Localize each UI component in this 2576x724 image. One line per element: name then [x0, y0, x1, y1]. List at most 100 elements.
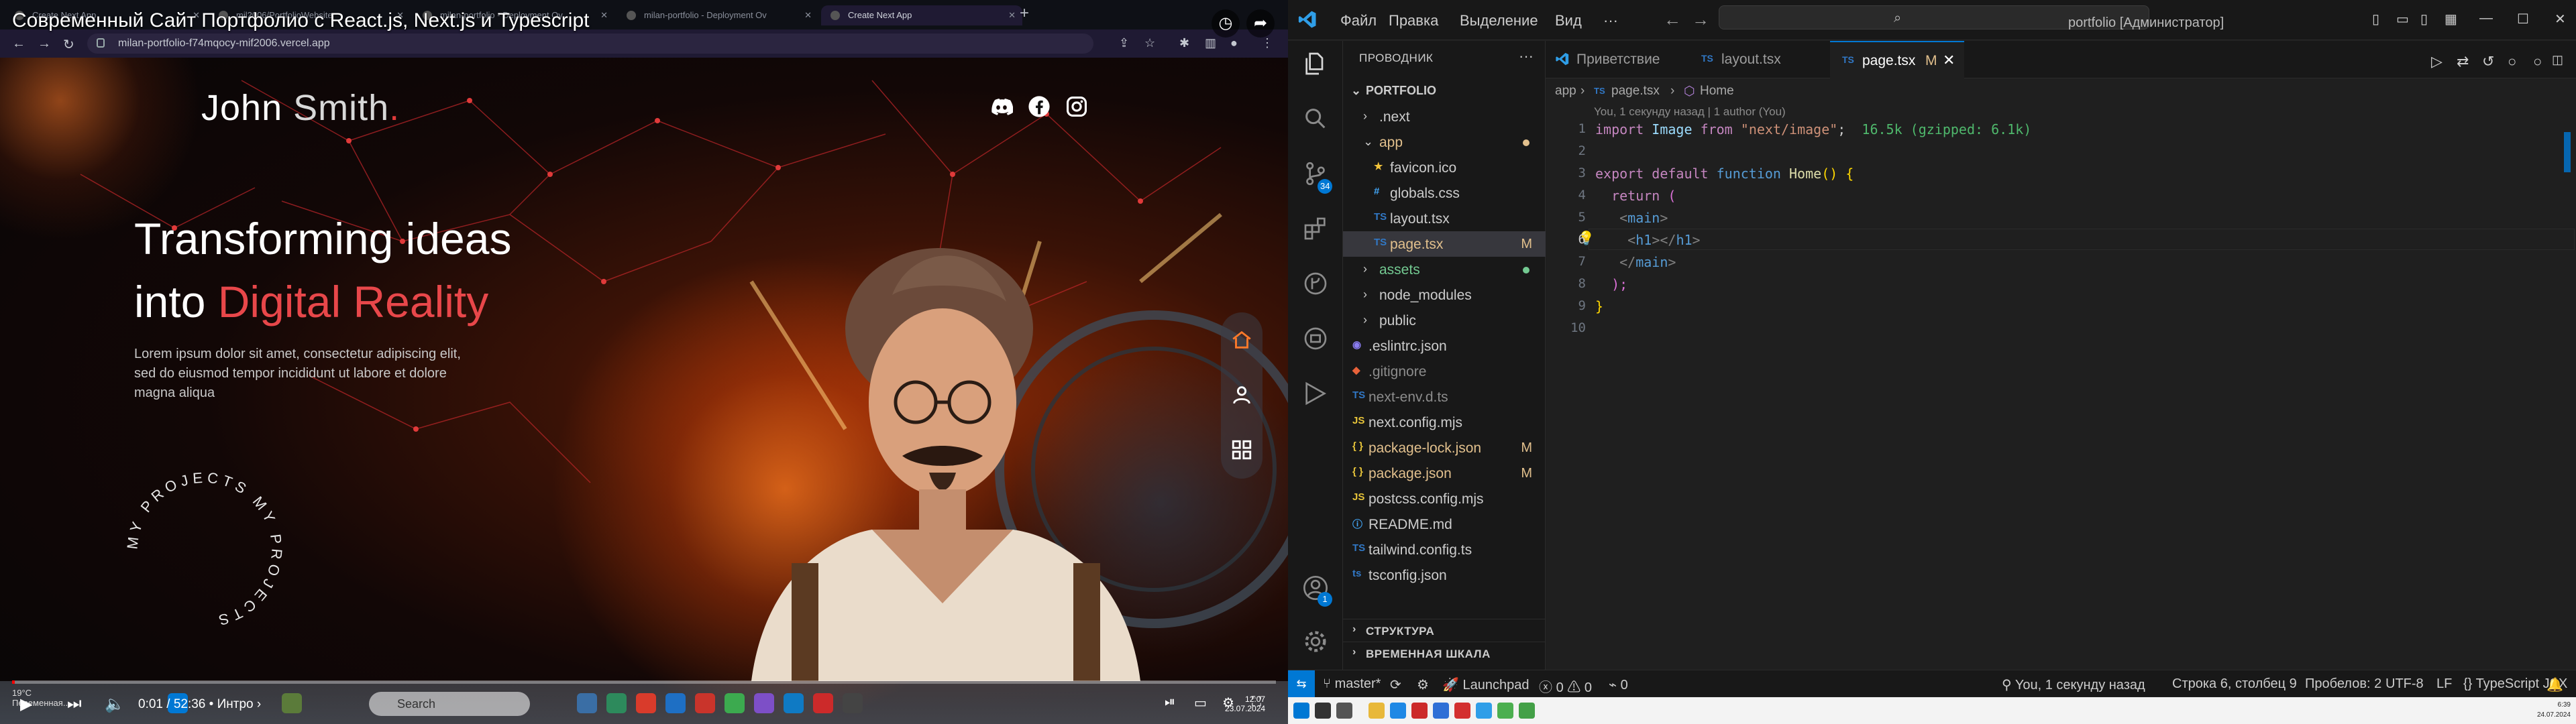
- git-blame-status[interactable]: ⚲ You, 1 секунду назад: [2002, 676, 2145, 693]
- menu-view[interactable]: Вид: [1555, 12, 1582, 29]
- close-icon[interactable]: ✕: [1943, 52, 1955, 69]
- run-icon[interactable]: ▷: [2431, 53, 2443, 70]
- breadcrumb-symbol[interactable]: Home: [1700, 84, 1734, 99]
- compare-icon[interactable]: ⇄: [2457, 53, 2469, 70]
- tab-page-tsx[interactable]: TS page.tsx M ✕: [1830, 41, 1964, 78]
- tree-folder[interactable]: ⌄ app: [1343, 129, 1546, 155]
- git-graph-icon[interactable]: [1302, 270, 1329, 297]
- chrome-icon[interactable]: [1497, 703, 1513, 719]
- command-center[interactable]: ⌕ portfolio [Администратор]: [1719, 5, 2224, 30]
- search-icon[interactable]: [1302, 105, 1329, 132]
- previous-change-icon[interactable]: ○: [2508, 53, 2516, 70]
- layout-icon[interactable]: ▦: [2445, 11, 2457, 27]
- chapter-arrow[interactable]: ›: [257, 697, 261, 711]
- remote-indicator-icon[interactable]: ⇆: [1288, 670, 1315, 697]
- projects-circle-link[interactable]: MY PROJECTS MY PROJECTS: [117, 463, 292, 637]
- new-tab-icon[interactable]: +: [1020, 4, 1029, 23]
- git-blame-codelens[interactable]: You, 1 секунду назад | 1 author (You): [1594, 105, 1786, 119]
- tree-folder[interactable]: › public: [1343, 308, 1546, 333]
- discord-icon[interactable]: [990, 95, 1013, 118]
- breadcrumb-file[interactable]: page.tsx: [1611, 84, 1660, 99]
- app-icon[interactable]: [843, 693, 863, 713]
- user-icon[interactable]: [1230, 383, 1253, 406]
- app-icon[interactable]: [724, 693, 745, 713]
- system-clock[interactable]: 6:39 24.07.2024: [2537, 700, 2571, 720]
- chrome-icon[interactable]: [1519, 703, 1535, 719]
- app-icon[interactable]: [282, 693, 302, 713]
- tree-file[interactable]: TS page.tsx M: [1343, 231, 1546, 257]
- browser-tab-active[interactable]: Create Next App ✕: [821, 5, 1022, 25]
- play-icon[interactable]: ▶: [20, 695, 32, 714]
- app-icon[interactable]: [577, 693, 597, 713]
- fullscreen-icon[interactable]: ⛶: [1252, 695, 1261, 710]
- branch-status[interactable]: ⑂ master*: [1323, 676, 1381, 692]
- autoplay-toggle[interactable]: ⏯: [1165, 695, 1175, 710]
- forward-icon[interactable]: →: [38, 36, 51, 52]
- eol-status[interactable]: LF: [2436, 676, 2452, 692]
- encoding-status[interactable]: UTF-8: [2385, 676, 2424, 692]
- tree-file[interactable]: TS tailwind.config.ts: [1343, 537, 1546, 562]
- toggle-panel-icon[interactable]: ▭: [2396, 11, 2409, 27]
- tree-file[interactable]: ★ favicon.ico: [1343, 155, 1546, 180]
- tree-file[interactable]: # globals.css: [1343, 180, 1546, 206]
- tree-file[interactable]: ⓘ README.md: [1343, 511, 1546, 537]
- toggle-sidebar-icon[interactable]: ▯: [2372, 11, 2379, 27]
- tree-file[interactable]: ◆ .gitignore: [1343, 359, 1546, 384]
- notifications-icon[interactable]: 🔔: [2546, 676, 2563, 693]
- tree-file[interactable]: JS next.config.mjs: [1343, 410, 1546, 435]
- tree-folder[interactable]: › .next: [1343, 104, 1546, 129]
- indentation-status[interactable]: Пробелов: 2: [2305, 676, 2381, 692]
- mail-icon[interactable]: [1433, 703, 1449, 719]
- volume-icon[interactable]: 🔈: [105, 695, 125, 714]
- toggle-secondary-sidebar-icon[interactable]: ▯: [2420, 11, 2428, 27]
- extensions-icon[interactable]: ✱: [1179, 36, 1189, 50]
- grid-icon[interactable]: [1230, 438, 1253, 461]
- search-icon[interactable]: [1315, 703, 1331, 719]
- app-icon[interactable]: [813, 693, 833, 713]
- tree-file[interactable]: TS next-env.d.ts: [1343, 384, 1546, 410]
- maximize-icon[interactable]: ☐: [2517, 11, 2529, 27]
- tree-file[interactable]: TS layout.tsx: [1343, 206, 1546, 231]
- menu-edit[interactable]: Правка: [1389, 12, 1438, 29]
- profile-icon[interactable]: ●: [1230, 36, 1238, 50]
- close-icon[interactable]: ✕: [804, 5, 812, 25]
- forward-icon[interactable]: →: [1692, 9, 1709, 30]
- close-window-icon[interactable]: ✕: [2555, 11, 2566, 27]
- site-logo[interactable]: John Smith.: [201, 87, 400, 129]
- app-icon[interactable]: [665, 693, 686, 713]
- yandex-icon[interactable]: [1454, 703, 1470, 719]
- tree-file[interactable]: { } package.json M: [1343, 461, 1546, 486]
- outline-section[interactable]: › СТРУКТУРА: [1343, 619, 1546, 642]
- reload-icon[interactable]: ↻: [63, 36, 74, 53]
- home-icon[interactable]: [1230, 328, 1253, 351]
- address-bar[interactable]: milan-portfolio-f74mqocy-mif2006.vercel.…: [87, 34, 1093, 54]
- extensions-icon[interactable]: [1302, 215, 1329, 242]
- problems-status[interactable]: ⓧ 0 ⚠ 0: [1539, 676, 1592, 696]
- breadcrumb-folder[interactable]: app: [1555, 84, 1576, 99]
- settings-icon[interactable]: ⚙: [1222, 695, 1234, 711]
- app-icon[interactable]: [695, 693, 715, 713]
- tree-file[interactable]: { } package-lock.json M: [1343, 435, 1546, 461]
- vscode-taskbar-icon[interactable]: [1476, 703, 1492, 719]
- ports-status[interactable]: ⌁ 0: [1609, 676, 1628, 693]
- task-view-icon[interactable]: [1336, 703, 1352, 719]
- video-player[interactable]: Create Next App ✕ mil2006/PortfolioWebsi…: [0, 0, 1288, 724]
- tab-layout-tsx[interactable]: TS layout.tsx: [1689, 41, 1830, 78]
- taskbar-search[interactable]: Search: [369, 692, 530, 716]
- menu-file[interactable]: Файл: [1340, 12, 1377, 29]
- menu-more[interactable]: ···: [1603, 12, 1618, 29]
- app-icon[interactable]: [606, 693, 627, 713]
- file-explorer-icon[interactable]: [1368, 703, 1385, 719]
- subtitles-icon[interactable]: ▭: [1194, 695, 1207, 711]
- close-icon[interactable]: ✕: [600, 5, 608, 25]
- remote-explorer-icon[interactable]: [1302, 325, 1329, 352]
- sync-icon[interactable]: ⟳: [1390, 676, 1401, 693]
- cursor-position[interactable]: Строка 6, столбец 9: [2172, 676, 2297, 692]
- app-icon[interactable]: [754, 693, 774, 713]
- next-icon[interactable]: ⏭: [67, 695, 82, 713]
- tree-folder[interactable]: › node_modules: [1343, 282, 1546, 308]
- video-title[interactable]: Современный Сайт Портфолио с React.js, N…: [12, 9, 589, 32]
- share-icon[interactable]: ⇪: [1119, 36, 1129, 50]
- clock-icon[interactable]: ◷: [1212, 9, 1240, 38]
- next-change-icon[interactable]: ○: [2533, 53, 2542, 70]
